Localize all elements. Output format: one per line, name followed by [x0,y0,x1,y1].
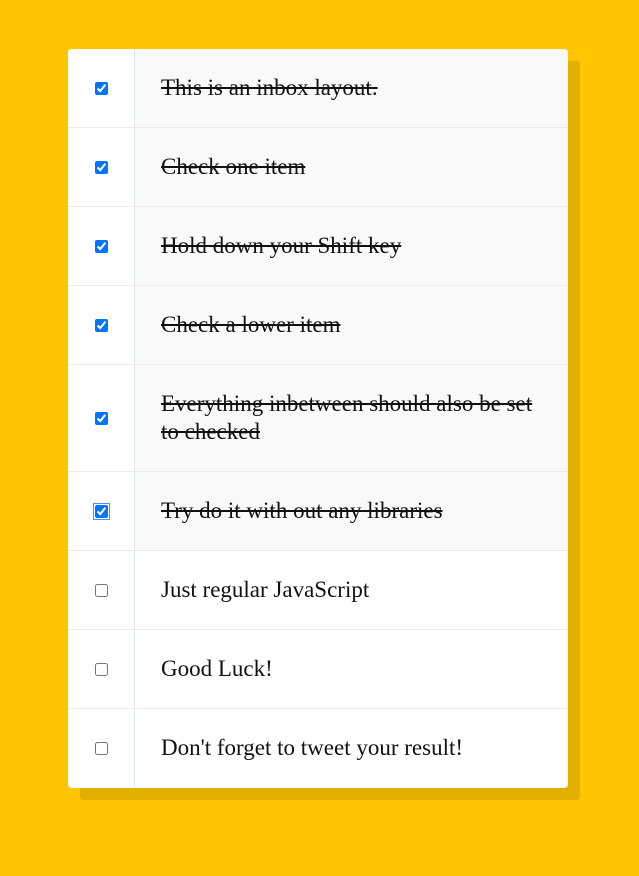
checkbox-cell [68,551,135,629]
item-label: Check a lower item [161,312,341,337]
item-checkbox[interactable] [94,160,108,174]
checkbox-cell [68,709,135,787]
item-text-cell: Everything inbetween should also be set … [135,365,568,471]
item-label: Try do it with out any libraries [161,498,443,523]
checkbox-cell [68,49,135,127]
list-item: Check one item [68,128,568,207]
item-checkbox[interactable] [94,741,108,755]
item-label: Hold down your Shift key [161,233,402,258]
inbox: This is an inbox layout. Check one item … [68,49,568,788]
item-checkbox[interactable] [94,318,108,332]
item-text-cell: Don't forget to tweet your result! [135,709,568,787]
item-checkbox[interactable] [94,411,108,425]
item-label: Everything inbetween should also be set … [161,391,533,444]
item-checkbox[interactable] [94,662,108,676]
checkbox-cell [68,207,135,285]
list-item: This is an inbox layout. [68,49,568,128]
list-item: Hold down your Shift key [68,207,568,286]
item-label: Good Luck! [161,656,273,681]
item-checkbox[interactable] [92,502,110,520]
item-text-cell: Try do it with out any libraries [135,472,568,550]
list-item: Just regular JavaScript [68,551,568,630]
item-checkbox[interactable] [94,81,108,95]
checkbox-cell [68,128,135,206]
checkbox-cell [68,630,135,708]
item-text-cell: Hold down your Shift key [135,207,568,285]
checkbox-cell [68,286,135,364]
item-label: This is an inbox layout. [161,75,378,100]
list-item: Everything inbetween should also be set … [68,365,568,472]
item-text-cell: Check a lower item [135,286,568,364]
item-label: Just regular JavaScript [161,577,370,602]
list-item: Try do it with out any libraries [68,472,568,551]
item-text-cell: Just regular JavaScript [135,551,568,629]
item-label: Check one item [161,154,306,179]
item-checkbox[interactable] [94,583,108,597]
item-label: Don't forget to tweet your result! [161,735,464,760]
list-item: Check a lower item [68,286,568,365]
item-text-cell: Good Luck! [135,630,568,708]
list-item: Don't forget to tweet your result! [68,709,568,787]
item-checkbox[interactable] [94,239,108,253]
item-text-cell: This is an inbox layout. [135,49,568,127]
item-text-cell: Check one item [135,128,568,206]
checkbox-cell [68,472,135,550]
list-item: Good Luck! [68,630,568,709]
checkbox-cell [68,365,135,471]
